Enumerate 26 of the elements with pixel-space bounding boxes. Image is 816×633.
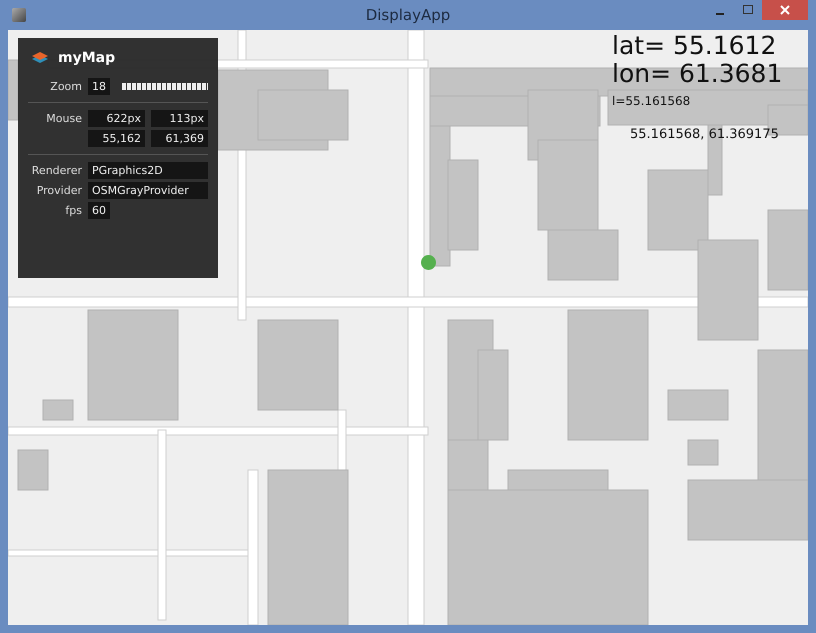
zoom-slider[interactable] (122, 83, 208, 90)
longitude-text: lon= 61.3681 (612, 60, 782, 88)
field-label: Renderer (30, 164, 82, 177)
field-value: OSMGrayProvider (88, 182, 208, 199)
field-value: 60 (88, 202, 110, 219)
close-icon (780, 5, 790, 15)
mouse-value: 113px (151, 110, 208, 127)
l-value-text: l=55.161568 (612, 94, 690, 108)
coordinates-text: 55.161568, 61.369175 (630, 127, 779, 142)
mouse-label: Mouse (45, 112, 82, 125)
layers-icon (30, 50, 50, 66)
minimize-icon (716, 13, 724, 15)
mouse-value: 622px (88, 110, 145, 127)
field-value: PGraphics2D (88, 162, 208, 179)
zoom-label: Zoom (49, 80, 82, 93)
field-label: Provider (36, 184, 82, 197)
latitude-text: lat= 55.1612 (612, 32, 776, 60)
window-title: DisplayApp (366, 6, 450, 24)
mouse-value: 55,162 (88, 130, 145, 147)
maximize-icon (743, 5, 753, 15)
app-icon (12, 8, 26, 22)
close-button[interactable] (762, 0, 808, 20)
mouse-value: 61,369 (151, 130, 208, 147)
field-label: fps (64, 204, 82, 217)
panel-title: myMap (58, 50, 116, 66)
zoom-value: 18 (88, 78, 110, 95)
